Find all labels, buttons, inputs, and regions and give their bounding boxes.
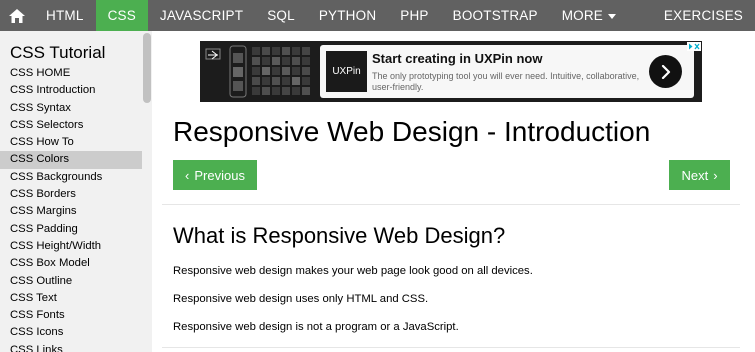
sidebar-list: CSS HOME CSS Introduction CSS Syntax CSS… — [0, 65, 152, 352]
caret-down-icon — [608, 13, 617, 19]
next-button[interactable]: Next › — [669, 160, 730, 190]
top-nav: HTML CSS JAVASCRIPT SQL PYTHON PHP BOOTS… — [0, 0, 755, 31]
sidebar-item-css-fonts[interactable]: CSS Fonts — [0, 307, 152, 324]
home-icon — [9, 8, 25, 23]
nav-more[interactable]: MORE — [550, 0, 628, 31]
sidebar-item-css-outline[interactable]: CSS Outline — [0, 273, 152, 290]
section-title: What is Responsive Web Design? — [173, 223, 506, 248]
ad-body: The only prototyping tool you will ever … — [372, 71, 640, 92]
home-button[interactable] — [0, 0, 34, 31]
ad-artwork — [200, 41, 318, 102]
ad-cta-button[interactable] — [649, 55, 682, 88]
sidebar-item-css-syntax[interactable]: CSS Syntax — [0, 100, 152, 117]
ad-card[interactable]: UXPin Start creating in UXPin now The on… — [320, 45, 694, 98]
page-title: Responsive Web Design - Introduction — [173, 116, 651, 147]
sidebar-item-css-padding[interactable]: CSS Padding — [0, 221, 152, 238]
chevron-right-icon — [661, 64, 670, 79]
ad-logo: UXPin — [326, 51, 367, 92]
nav-javascript[interactable]: JAVASCRIPT — [148, 0, 255, 31]
main-content: UXPin Start creating in UXPin now The on… — [152, 31, 755, 352]
sidebar: CSS Tutorial CSS HOME CSS Introduction C… — [0, 31, 152, 352]
previous-label: Previous — [194, 167, 245, 183]
paragraph: Responsive web design uses only HTML and… — [173, 293, 429, 305]
sidebar-item-css-margins[interactable]: CSS Margins — [0, 203, 152, 220]
paragraph: Responsive web design is not a program o… — [173, 321, 459, 333]
chevron-left-icon: ‹ — [185, 167, 190, 183]
previous-button[interactable]: ‹ Previous — [173, 160, 257, 190]
paragraph: Responsive web design makes your web pag… — [173, 265, 533, 277]
sidebar-item-css-home[interactable]: CSS HOME — [0, 65, 152, 82]
nav-exercises[interactable]: EXERCISES — [652, 0, 755, 31]
next-label: Next — [681, 167, 709, 183]
nav-bootstrap[interactable]: BOOTSTRAP — [441, 0, 550, 31]
sidebar-item-css-colors[interactable]: CSS Colors — [0, 151, 152, 169]
nav-html[interactable]: HTML — [34, 0, 96, 31]
sidebar-item-css-box-model[interactable]: CSS Box Model — [0, 255, 152, 272]
nav-css[interactable]: CSS — [95, 0, 148, 31]
ad-banner[interactable]: UXPin Start creating in UXPin now The on… — [200, 41, 702, 102]
sidebar-item-css-how-to[interactable]: CSS How To — [0, 134, 152, 151]
adchoices-icon[interactable] — [687, 42, 701, 51]
sidebar-item-css-text[interactable]: CSS Text — [0, 290, 152, 307]
sidebar-scrollbar-thumb[interactable] — [143, 33, 151, 103]
nav-more-label: MORE — [561, 8, 604, 23]
sidebar-item-css-icons[interactable]: CSS Icons — [0, 324, 152, 341]
chevron-right-icon: › — [713, 167, 718, 183]
divider — [162, 204, 740, 205]
nav-php[interactable]: PHP — [388, 0, 440, 31]
ad-headline[interactable]: Start creating in UXPin now — [372, 51, 542, 66]
nav-python[interactable]: PYTHON — [307, 0, 388, 31]
sidebar-item-css-selectors[interactable]: CSS Selectors — [0, 117, 152, 134]
sidebar-item-css-backgrounds[interactable]: CSS Backgrounds — [0, 169, 152, 186]
sidebar-title: CSS Tutorial — [10, 43, 106, 62]
sidebar-item-css-introduction[interactable]: CSS Introduction — [0, 82, 152, 99]
sidebar-scrollbar[interactable] — [142, 31, 152, 352]
sidebar-item-css-height-width[interactable]: CSS Height/Width — [0, 238, 152, 255]
sidebar-item-css-links[interactable]: CSS Links — [0, 342, 152, 352]
divider — [162, 347, 740, 348]
sidebar-item-css-borders[interactable]: CSS Borders — [0, 186, 152, 203]
nav-sql[interactable]: SQL — [255, 0, 307, 31]
